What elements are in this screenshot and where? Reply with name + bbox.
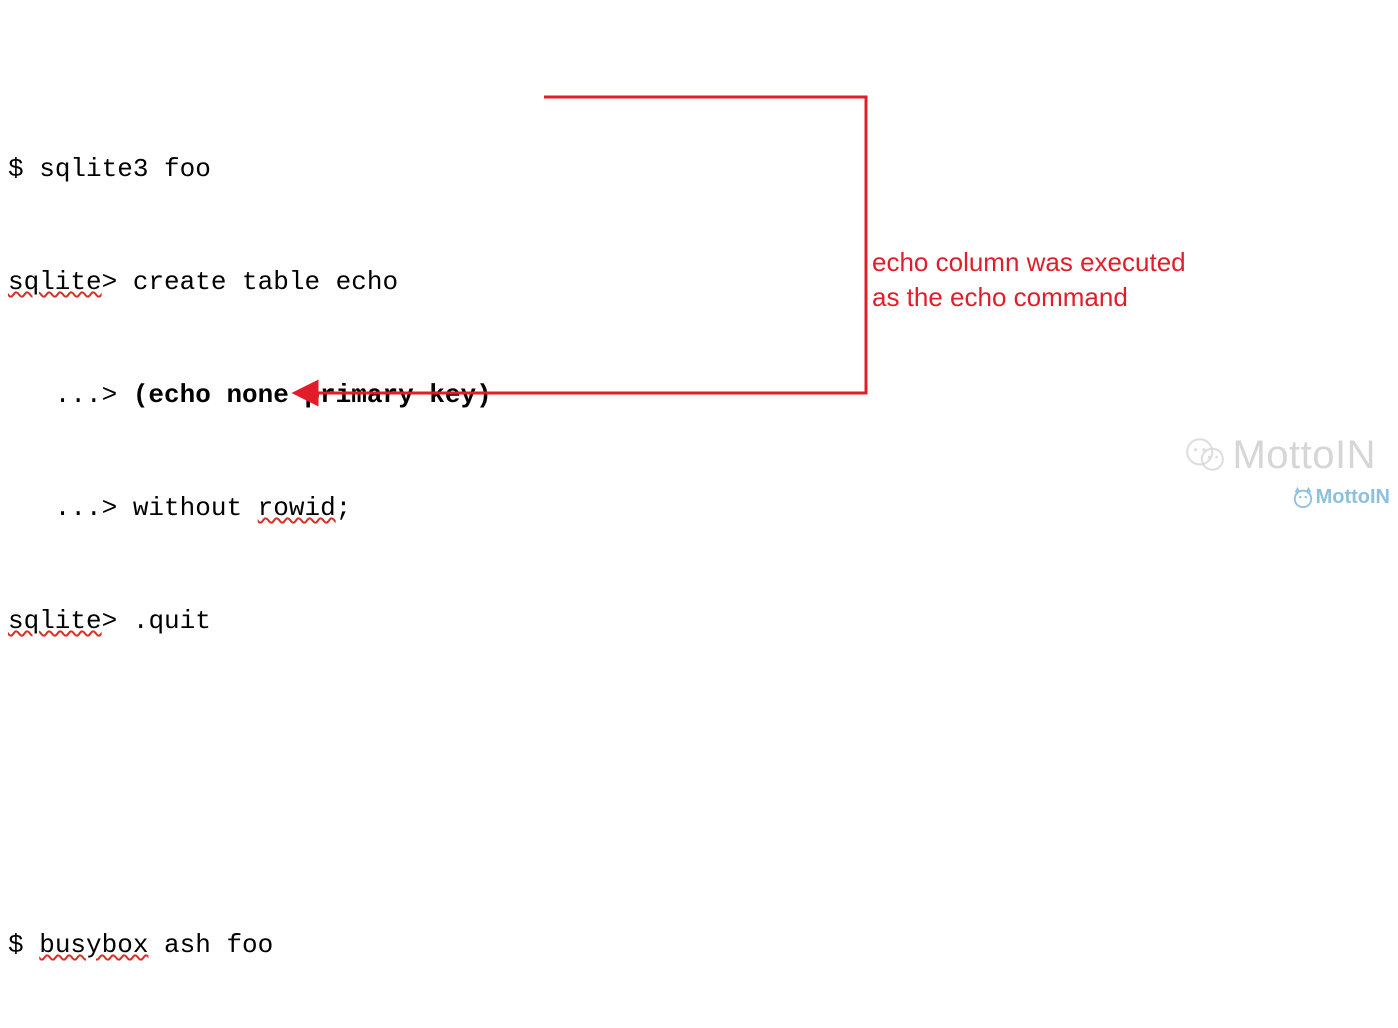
cat-icon	[1292, 487, 1314, 509]
watermark-sub: MottoIN	[1292, 483, 1390, 512]
annotation-text: echo column was executed as the echo com…	[872, 245, 1186, 315]
wechat-icon	[1184, 434, 1226, 476]
watermark-main: MottoIN	[1184, 426, 1376, 484]
sqlite-block: $ sqlite3 foo sqlite> create table echo …	[8, 75, 492, 716]
watermark-text: MottoIN	[1232, 426, 1376, 484]
busybox-block: $ busybox ash foo foo: line 1: SQLite: n…	[8, 851, 492, 1028]
annotation-line-2: as the echo command	[872, 280, 1186, 315]
term-line-3: ...> (echo none primary key)	[8, 377, 492, 415]
annotation-line-1: echo column was executed	[872, 245, 1186, 280]
term-line-5: sqlite> .quit	[8, 603, 492, 641]
watermark-sub-text: MottoIN	[1316, 483, 1390, 512]
term-line-6: $ busybox ash foo	[8, 927, 492, 965]
term-line-2: sqlite> create table echo	[8, 264, 492, 302]
terminal-content: $ sqlite3 foo sqlite> create table echo …	[8, 0, 492, 1028]
term-line-1: $ sqlite3 foo	[8, 151, 492, 189]
term-line-4: ...> without rowid;	[8, 490, 492, 528]
